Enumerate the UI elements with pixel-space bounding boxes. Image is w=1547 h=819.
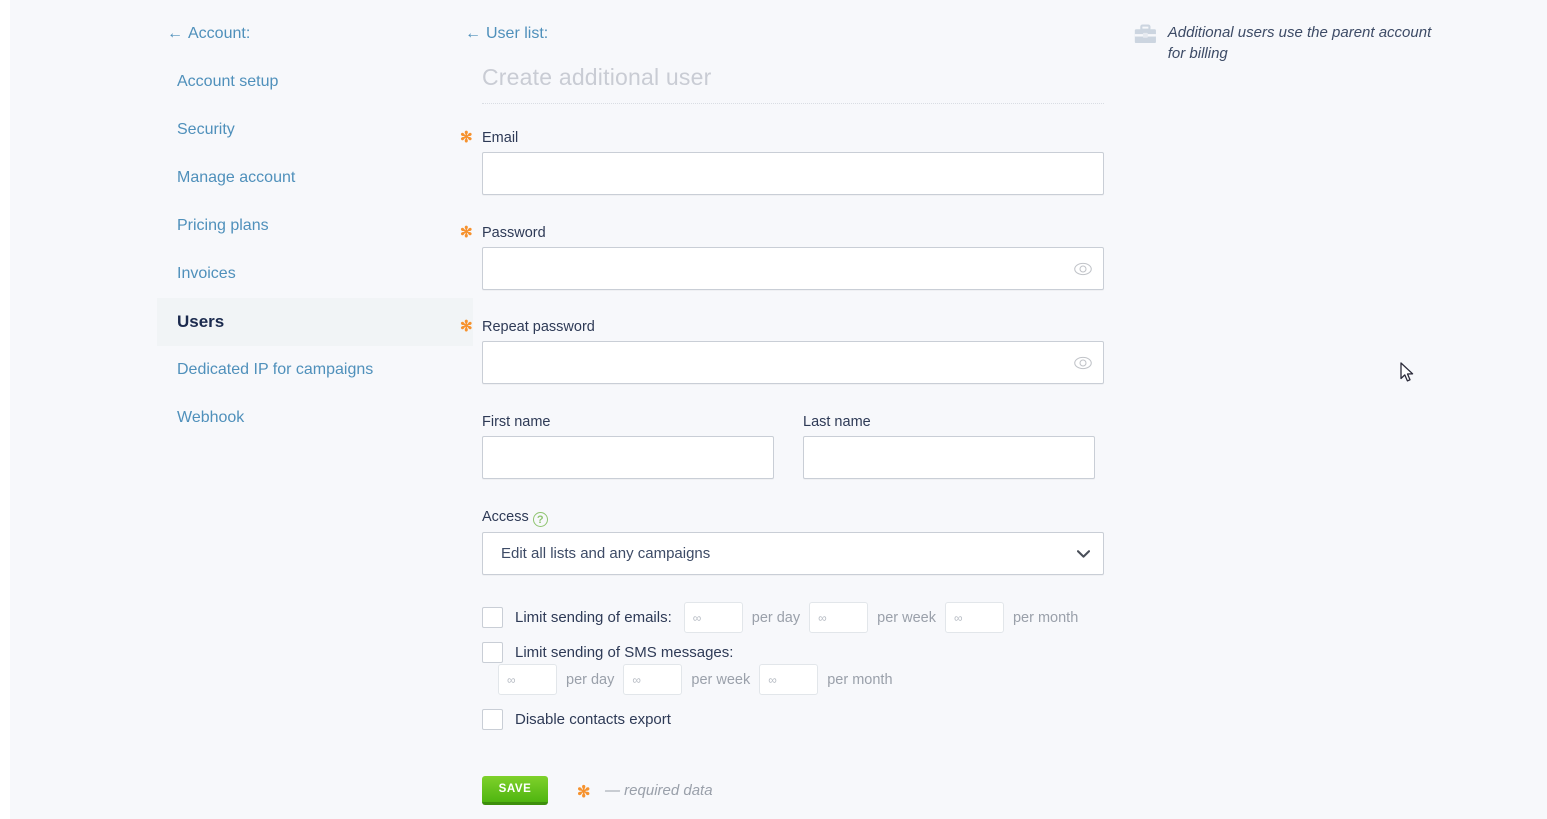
save-button[interactable]: SAVE xyxy=(482,776,548,805)
back-to-user-list-link[interactable]: ← User list: xyxy=(465,25,548,43)
password-input-wrapper xyxy=(482,247,1104,290)
disable-contacts-export-checkbox[interactable] xyxy=(482,709,503,730)
page-background: ← Account: Account setup Security Manage … xyxy=(10,0,1547,819)
limit-emails-per-month-label: per month xyxy=(1012,609,1079,626)
billing-note-text: Additional users use the parent account … xyxy=(1167,24,1432,62)
sidebar-nav: Account setup Security Manage account Pr… xyxy=(157,58,473,442)
disable-contacts-export-label: Disable contacts export xyxy=(515,711,671,728)
password-field-group: ✻ Password xyxy=(460,224,1104,290)
first-name-field-group: First name xyxy=(482,413,774,479)
email-label-text: Email xyxy=(482,130,519,146)
help-icon[interactable]: ? xyxy=(532,512,548,527)
required-note-asterisk: ✻ xyxy=(577,784,591,801)
first-name-input[interactable] xyxy=(482,436,774,479)
repeat-password-field-group: ✻ Repeat password xyxy=(460,318,1104,384)
access-select[interactable]: Edit all lists and any campaigns xyxy=(482,532,1104,575)
page-title: Create additional user xyxy=(482,64,712,90)
repeat-password-input[interactable] xyxy=(482,341,1104,384)
repeat-password-label-text: Repeat password xyxy=(482,319,595,335)
last-name-field-group: Last name xyxy=(803,413,1095,479)
limit-emails-per-day-input[interactable] xyxy=(683,602,743,633)
required-asterisk: ✻ xyxy=(460,318,473,335)
sidebar-item-users[interactable]: Users xyxy=(157,298,473,346)
sidebar-item-manage-account[interactable]: Manage account xyxy=(157,154,473,202)
sidebar-item-account-setup[interactable]: Account setup xyxy=(157,58,473,106)
limit-emails-per-week-label: per week xyxy=(877,609,936,626)
limit-sms-per-day-input[interactable] xyxy=(498,664,557,695)
sidebar-item-pricing-plans[interactable]: Pricing plans xyxy=(157,202,473,250)
required-asterisk: ✻ xyxy=(460,129,473,146)
limit-emails-checkbox[interactable] xyxy=(482,607,503,628)
access-field-group: Access? Edit all lists and any campaigns xyxy=(482,508,1104,575)
sidebar-item-dedicated-ip[interactable]: Dedicated IP for campaigns xyxy=(157,346,473,394)
back-to-account-link[interactable]: ← Account: xyxy=(167,25,250,43)
billing-note: Additional users use the parent account … xyxy=(1134,22,1434,64)
limit-emails-per-month-input[interactable] xyxy=(944,602,1004,633)
last-name-input[interactable] xyxy=(803,436,1095,479)
limit-sms-per-month-label: per month xyxy=(827,671,893,688)
sidebar-item-webhook[interactable]: Webhook xyxy=(157,394,473,442)
repeat-password-input-wrapper xyxy=(482,341,1104,384)
access-label: Access? xyxy=(482,508,1104,527)
disable-export-row: Disable contacts export xyxy=(482,709,671,730)
briefcase-icon xyxy=(1134,24,1156,44)
access-select-wrapper: Edit all lists and any campaigns xyxy=(482,532,1104,575)
limit-sms-label: Limit sending of SMS messages: xyxy=(515,644,734,661)
limit-emails-label: Limit sending of emails: xyxy=(515,609,672,626)
limit-emails-row: Limit sending of emails: per day per wee… xyxy=(482,602,1087,633)
limit-sms-per-week-input[interactable] xyxy=(623,664,683,695)
arrow-left-icon: ← xyxy=(465,25,481,42)
repeat-password-label: ✻ Repeat password xyxy=(460,318,1104,336)
limit-sms-per-month-input[interactable] xyxy=(759,664,819,695)
limit-sms-inputs-row: per day per week per month xyxy=(498,664,902,695)
limit-emails-per-week-input[interactable] xyxy=(809,602,869,633)
required-asterisk: ✻ xyxy=(460,224,473,241)
limit-sms-per-week-label: per week xyxy=(691,671,751,688)
limit-sms-per-day-label: per day xyxy=(566,671,615,688)
back-to-user-list-label: User list: xyxy=(486,25,549,42)
arrow-left-icon: ← xyxy=(167,25,183,42)
sidebar-item-invoices[interactable]: Invoices xyxy=(157,250,473,298)
email-field-group: ✻ Email xyxy=(460,129,1104,195)
password-label-text: Password xyxy=(482,225,546,241)
show-repeat-password-icon[interactable] xyxy=(1074,356,1092,370)
title-divider xyxy=(482,103,1104,104)
password-input[interactable] xyxy=(482,247,1104,290)
limit-emails-per-day-label: per day xyxy=(751,609,801,626)
password-label: ✻ Password xyxy=(460,224,1104,242)
last-name-label: Last name xyxy=(803,414,871,430)
mouse-cursor xyxy=(1400,362,1414,382)
email-label: ✻ Email xyxy=(460,129,1104,147)
show-password-icon[interactable] xyxy=(1074,262,1092,276)
required-note: — required data xyxy=(605,782,713,799)
back-to-account-label: Account: xyxy=(188,25,251,42)
first-name-label: First name xyxy=(482,414,551,430)
sidebar-item-security[interactable]: Security xyxy=(157,106,473,154)
limit-sms-checkbox[interactable] xyxy=(482,642,503,663)
access-label-text: Access xyxy=(482,509,529,525)
email-input[interactable] xyxy=(482,152,1104,195)
limit-sms-row: Limit sending of SMS messages: xyxy=(482,642,733,663)
